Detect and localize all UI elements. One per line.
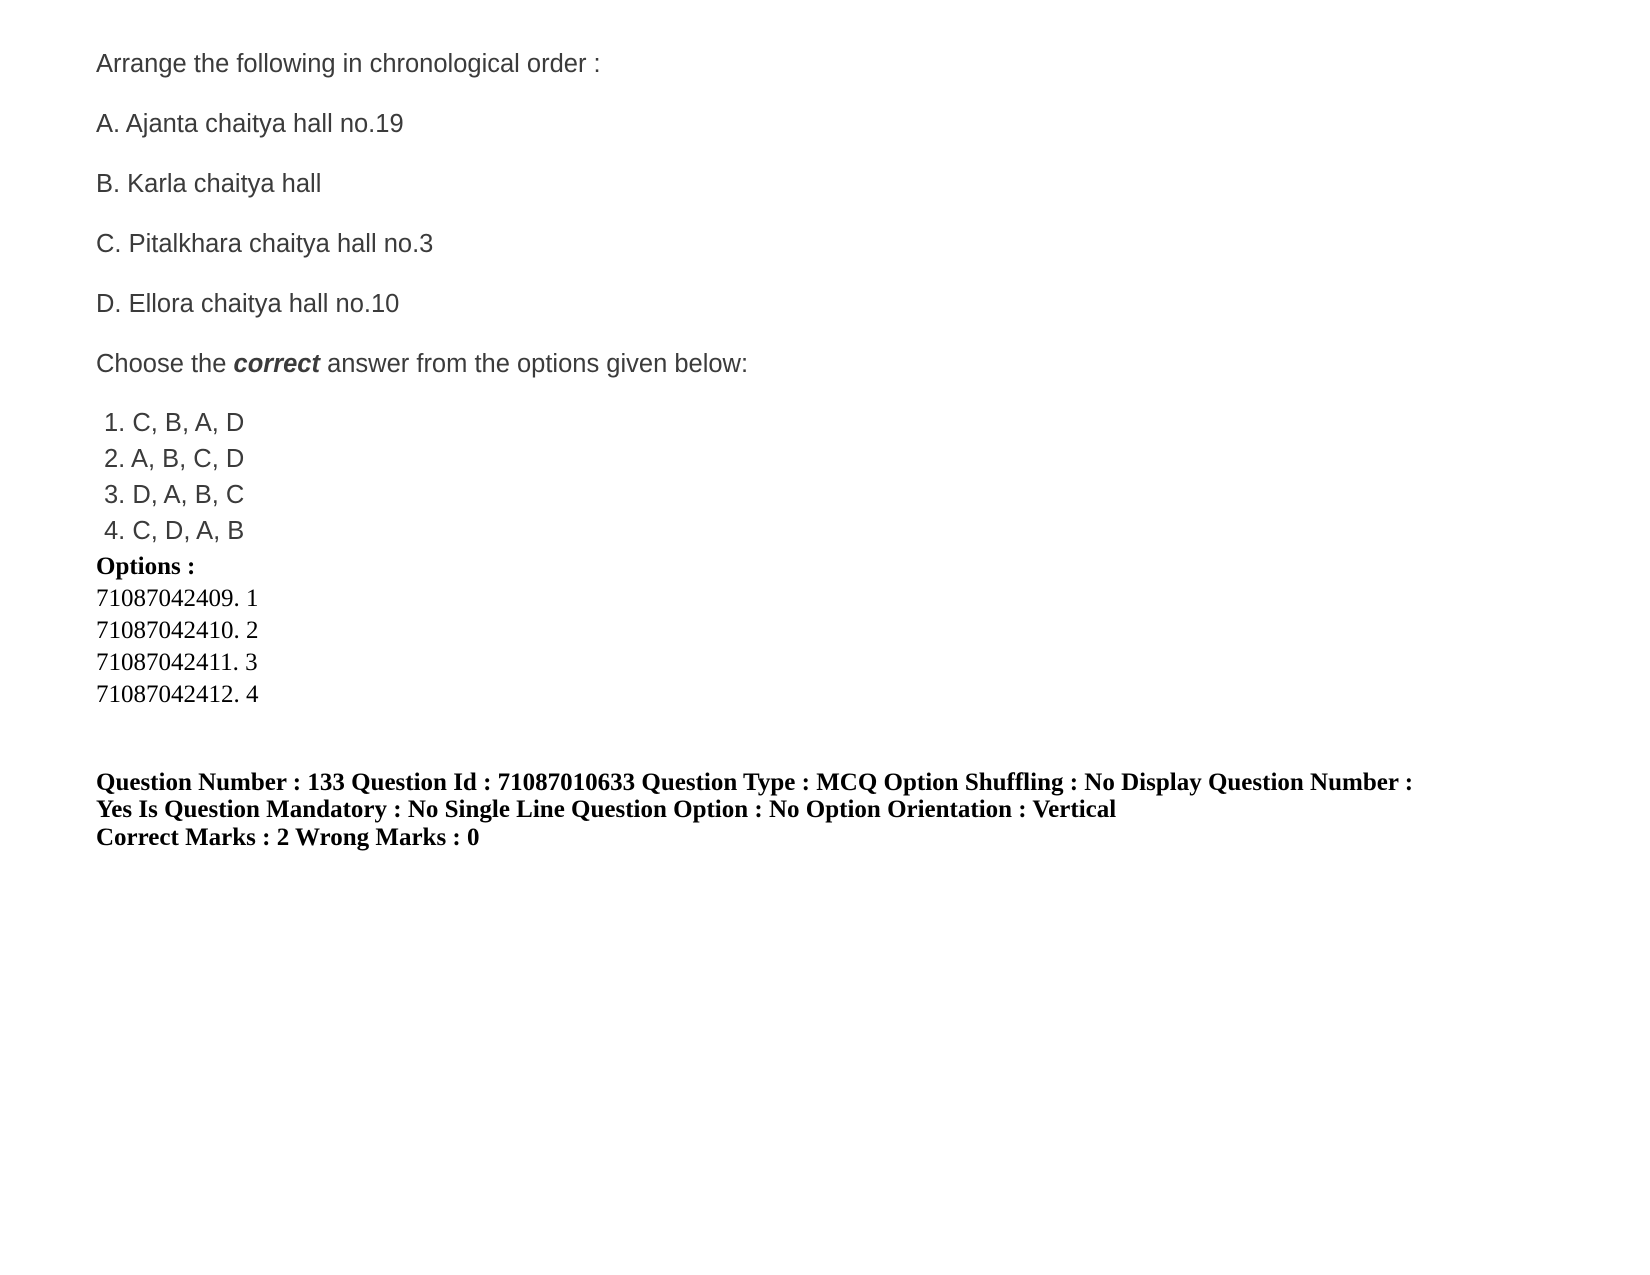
instruction-prefix: Choose the [96,350,234,378]
question-item-a: A. Ajanta chaitya hall no.19 [96,110,404,138]
question-instruction: Choose the correct answer from the optio… [96,350,1516,378]
answer-choice-1[interactable]: 1. C, B, A, D [104,405,1516,441]
answer-choice-2[interactable]: 2. A, B, C, D [104,441,1516,477]
document-page: Arrange the following in chronological o… [0,0,1650,1275]
question-content: Arrange the following in chronological o… [96,50,1516,851]
option-id-1: 71087042409. 1 [96,584,259,612]
question-item-b: B. Karla chaitya hall [96,170,322,198]
instruction-suffix: answer from the options given below: [319,350,749,378]
question-item-d: D. Ellora chaitya hall no.10 [96,290,400,318]
metadata-marks: Correct Marks : 2 Wrong Marks : 0 [96,823,480,851]
option-id-list: 71087042409. 1 71087042410. 2 7108704241… [96,583,1516,711]
question-item-c: C. Pitalkhara chaitya hall no.3 [96,230,434,258]
question-stem: Arrange the following in chronological o… [96,50,601,78]
question-body: Arrange the following in chronological o… [96,50,1516,378]
metadata-attributes: Question Number : 133 Question Id : 7108… [96,768,1414,823]
options-heading: Options : [96,552,196,580]
question-metadata: Question Number : 133 Question Id : 7108… [96,769,1426,851]
answer-choice-3[interactable]: 3. D, A, B, C [104,477,1516,513]
answer-choice-list: 1. C, B, A, D 2. A, B, C, D 3. D, A, B, … [96,405,1516,549]
option-id-2: 71087042410. 2 [96,616,259,644]
answer-choice-4[interactable]: 4. C, D, A, B [104,513,1516,549]
instruction-emphasis: correct [233,350,320,378]
option-id-4: 71087042412. 4 [96,680,259,708]
option-id-3: 71087042411. 3 [96,648,258,676]
